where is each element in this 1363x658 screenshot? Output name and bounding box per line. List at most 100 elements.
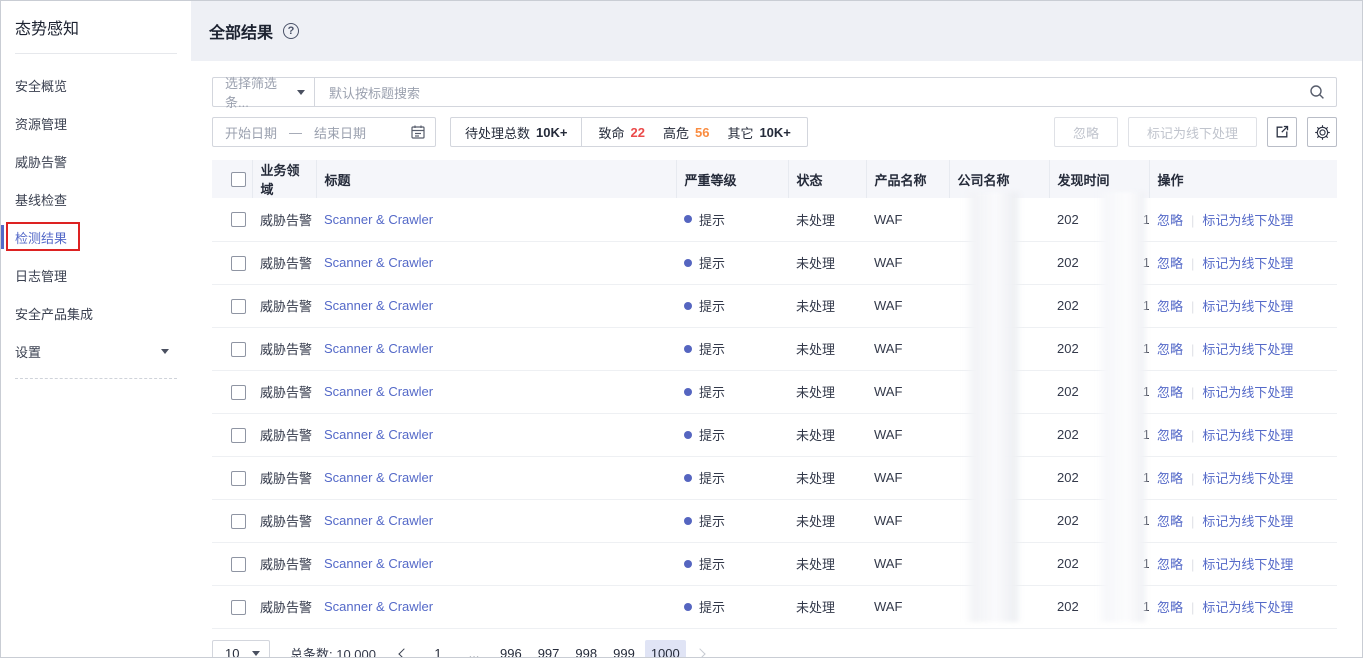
row-checkbox[interactable] [231, 471, 246, 486]
table-row: 威胁告警 Scanner & Crawler 提示 未处理 WAF 2021..… [212, 241, 1337, 284]
page-number-1000[interactable]: 1000 [645, 640, 686, 658]
table-header: 业务领域 标题 严重等级 状态 产品名称 公司名称 发现时间 操作 [212, 160, 1337, 198]
row-ignore-link[interactable]: 忽略 [1157, 342, 1183, 357]
sidebar-item-settings[interactable]: 设置 [1, 332, 191, 370]
previous-page-icon[interactable] [398, 648, 409, 657]
row-mark-offline-link[interactable]: 标记为线下处理 [1202, 600, 1293, 615]
row-mark-offline-link[interactable]: 标记为线下处理 [1202, 256, 1293, 271]
row-ignore-link[interactable]: 忽略 [1157, 600, 1183, 615]
select-all-checkbox[interactable] [231, 172, 246, 187]
result-title-link[interactable]: Scanner & Crawler [324, 384, 433, 399]
sidebar-item-baseline-check[interactable]: 基线检查 [1, 180, 191, 218]
cell-product: WAF [866, 198, 949, 241]
row-checkbox[interactable] [231, 256, 246, 271]
sidebar-nav: 安全概览 资源管理 威胁告警 基线检查 检测结果 日志管理 安全产品集成 [1, 66, 191, 379]
table-row: 威胁告警 Scanner & Crawler 提示 未处理 WAF 2021..… [212, 413, 1337, 456]
row-mark-offline-link[interactable]: 标记为线下处理 [1202, 514, 1293, 529]
stat-other: 其它 10K+ [727, 123, 790, 142]
cell-operations: 忽略|标记为线下处理 [1149, 370, 1337, 413]
row-ignore-link[interactable]: 忽略 [1157, 471, 1183, 486]
cell-domain: 威胁告警 [252, 542, 316, 585]
mark-offline-button[interactable]: 标记为线下处理 [1128, 117, 1257, 147]
sidebar-item-resource-management[interactable]: 资源管理 [1, 104, 191, 142]
row-mark-offline-link[interactable]: 标记为线下处理 [1202, 385, 1293, 400]
row-checkbox[interactable] [231, 299, 246, 314]
sidebar-title: 态势感知 [1, 11, 191, 53]
row-ignore-link[interactable]: 忽略 [1157, 299, 1183, 314]
result-title-link[interactable]: Scanner & Crawler [324, 513, 433, 528]
sidebar-item-detection-results[interactable]: 检测结果 [1, 218, 191, 256]
row-mark-offline-link[interactable]: 标记为线下处理 [1202, 213, 1293, 228]
page-number-997[interactable]: 997 [532, 640, 566, 658]
cell-status: 未处理 [788, 456, 866, 499]
page-list: 1...9969979989991000 [400, 640, 686, 658]
sidebar-dashed-divider [15, 378, 177, 379]
page-number-1[interactable]: 1 [422, 640, 454, 658]
chevron-down-icon [297, 90, 305, 95]
results-table: 业务领域 标题 严重等级 状态 产品名称 公司名称 发现时间 操作 威胁告警 S… [212, 160, 1337, 629]
filter-criteria-select[interactable]: 选择筛选条... [213, 78, 315, 106]
result-title-link[interactable]: Scanner & Crawler [324, 255, 433, 270]
result-title-link[interactable]: Scanner & Crawler [324, 556, 433, 571]
row-ignore-link[interactable]: 忽略 [1157, 213, 1183, 228]
next-page-icon[interactable] [694, 648, 705, 657]
cell-product: WAF [866, 456, 949, 499]
result-title-link[interactable]: Scanner & Crawler [324, 599, 433, 614]
search-icon[interactable] [1308, 83, 1326, 101]
search-input[interactable]: 默认按标题搜索 [315, 78, 1336, 106]
row-ignore-link[interactable]: 忽略 [1157, 385, 1183, 400]
sidebar: 态势感知 安全概览 资源管理 威胁告警 基线检查 检测结果 日志管理 [1, 1, 191, 657]
sidebar-item-threat-alarms[interactable]: 威胁告警 [1, 142, 191, 180]
row-checkbox[interactable] [231, 428, 246, 443]
help-icon[interactable]: ? [283, 23, 299, 39]
search-bar: 选择筛选条... 默认按标题搜索 [212, 77, 1337, 107]
row-checkbox[interactable] [231, 514, 246, 529]
sidebar-item-security-product-integration[interactable]: 安全产品集成 [1, 294, 191, 332]
row-ignore-link[interactable]: 忽略 [1157, 514, 1183, 529]
result-title-link[interactable]: Scanner & Crawler [324, 298, 433, 313]
stat-critical-value: 22 [630, 125, 644, 140]
cell-severity: 提示 [676, 327, 788, 370]
table-row: 威胁告警 Scanner & Crawler 提示 未处理 WAF 2021..… [212, 370, 1337, 413]
severity-dot-icon [684, 560, 692, 568]
cell-company-redacted [949, 284, 1049, 327]
cell-operations: 忽略|标记为线下处理 [1149, 284, 1337, 327]
row-ignore-link[interactable]: 忽略 [1157, 428, 1183, 443]
page-number-996[interactable]: 996 [494, 640, 528, 658]
ignore-button[interactable]: 忽略 [1054, 117, 1118, 147]
page-number-999[interactable]: 999 [607, 640, 641, 658]
sidebar-item-security-overview[interactable]: 安全概览 [1, 66, 191, 104]
date-start-placeholder: 开始日期 [225, 123, 277, 142]
row-mark-offline-link[interactable]: 标记为线下处理 [1202, 299, 1293, 314]
result-title-link[interactable]: Scanner & Crawler [324, 470, 433, 485]
cell-operations: 忽略|标记为线下处理 [1149, 241, 1337, 284]
row-checkbox[interactable] [231, 342, 246, 357]
row-ignore-link[interactable]: 忽略 [1157, 256, 1183, 271]
page-size-select[interactable]: 10 [212, 640, 270, 658]
settings-button[interactable] [1307, 117, 1337, 147]
row-checkbox[interactable] [231, 557, 246, 572]
row-mark-offline-link[interactable]: 标记为线下处理 [1202, 428, 1293, 443]
row-mark-offline-link[interactable]: 标记为线下处理 [1202, 557, 1293, 572]
cell-product: WAF [866, 413, 949, 456]
result-title-link[interactable]: Scanner & Crawler [324, 427, 433, 442]
row-ignore-link[interactable]: 忽略 [1157, 557, 1183, 572]
cell-severity: 提示 [676, 542, 788, 585]
calendar-icon[interactable] [410, 124, 426, 140]
app-window: 态势感知 安全概览 资源管理 威胁告警 基线检查 检测结果 日志管理 [0, 0, 1363, 658]
date-range-picker[interactable]: 开始日期 — 结束日期 [212, 117, 436, 147]
result-title-link[interactable]: Scanner & Crawler [324, 212, 433, 227]
row-mark-offline-link[interactable]: 标记为线下处理 [1202, 342, 1293, 357]
row-checkbox[interactable] [231, 212, 246, 227]
export-icon [1274, 124, 1290, 140]
sidebar-item-log-management[interactable]: 日志管理 [1, 256, 191, 294]
row-checkbox[interactable] [231, 385, 246, 400]
result-title-link[interactable]: Scanner & Crawler [324, 341, 433, 356]
cell-status: 未处理 [788, 370, 866, 413]
page-number-998[interactable]: 998 [569, 640, 603, 658]
table-row: 威胁告警 Scanner & Crawler 提示 未处理 WAF 2021..… [212, 585, 1337, 628]
row-checkbox[interactable] [231, 600, 246, 615]
export-button[interactable] [1267, 117, 1297, 147]
table-row: 威胁告警 Scanner & Crawler 提示 未处理 WAF 2021..… [212, 499, 1337, 542]
row-mark-offline-link[interactable]: 标记为线下处理 [1202, 471, 1293, 486]
